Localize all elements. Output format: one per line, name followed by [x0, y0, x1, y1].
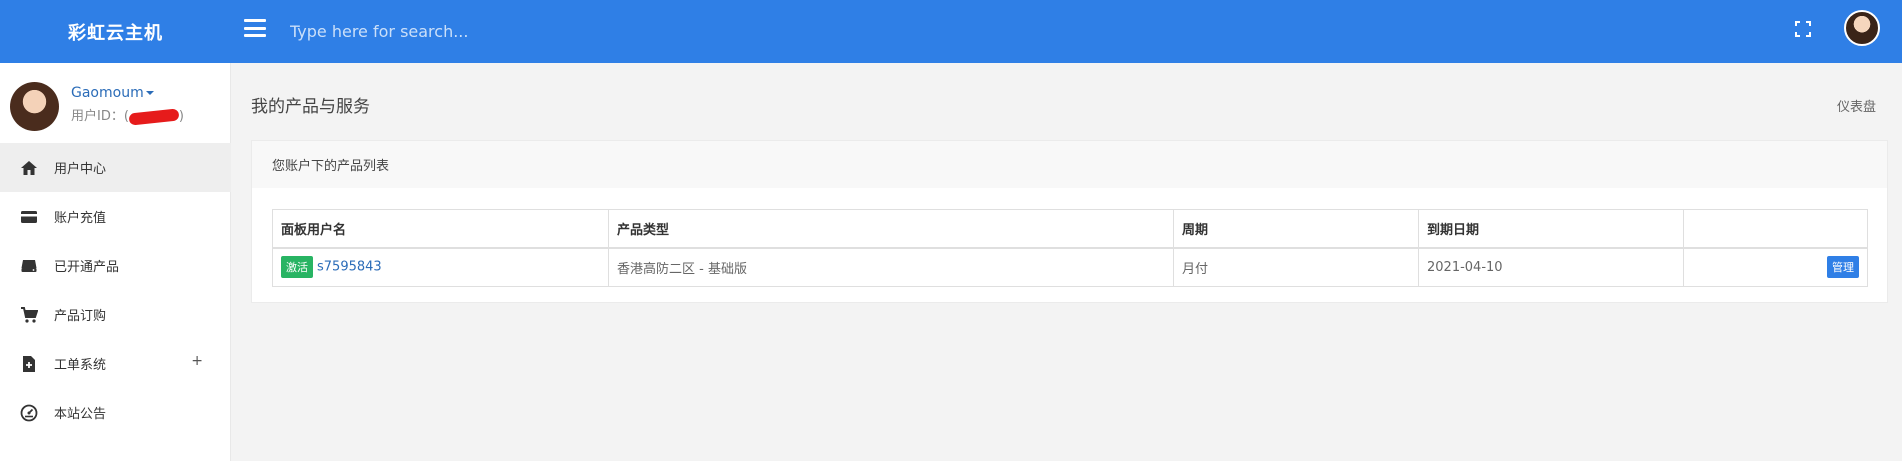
expand-plus-icon[interactable]: +: [191, 353, 203, 369]
column-header: 产品类型: [608, 209, 1174, 249]
column-header: 到期日期: [1418, 209, 1684, 249]
sidebar-item-label: 工单系统: [54, 358, 107, 373]
fullscreen-icon[interactable]: [1794, 20, 1812, 38]
table-row: 激活 s7595843 香港高防二区 - 基础版 月付 2021-04-10 管理: [272, 247, 1868, 287]
sidebar-item-announcements[interactable]: 本站公告: [0, 388, 231, 437]
brand-logo[interactable]: 彩虹云主机: [0, 0, 231, 63]
manage-button[interactable]: 管理: [1827, 256, 1859, 279]
sidebar: Gaomoum 用户ID：() 用户中心 账户充值 已开通产品 产品订购 工单系…: [0, 63, 231, 461]
column-header: [1683, 209, 1868, 249]
action-cell: 管理: [1683, 247, 1868, 287]
user-name[interactable]: Gaomoum: [71, 85, 144, 101]
menu-toggle-icon[interactable]: [244, 19, 266, 37]
column-header: 面板用户名: [272, 209, 609, 249]
status-badge: 激活: [281, 256, 313, 279]
caret-down-icon[interactable]: [145, 91, 154, 95]
sidebar-nav: 用户中心 账户充值 已开通产品 产品订购 工单系统 + 本站公告: [0, 143, 231, 437]
breadcrumb[interactable]: 仪表盘: [1837, 96, 1876, 115]
sidebar-item-label: 用户中心: [54, 162, 107, 177]
column-header: 周期: [1173, 209, 1419, 249]
top-user-avatar[interactable]: [1844, 10, 1880, 46]
sidebar-item-label: 账户充值: [54, 211, 107, 226]
search-input[interactable]: [290, 16, 1190, 46]
shopping-cart-icon: [20, 306, 38, 324]
sidebar-item-recharge[interactable]: 账户充值: [0, 192, 231, 241]
user-id: 用户ID：(): [71, 107, 184, 126]
product-list-card: 您账户下的产品列表 面板用户名 产品类型 周期 到期日期 激活 s7595843 …: [251, 140, 1888, 303]
page-title: 我的产品与服务: [251, 97, 370, 117]
server-icon: [20, 257, 38, 275]
sidebar-item-tickets[interactable]: 工单系统 +: [0, 339, 231, 388]
sidebar-item-user-center[interactable]: 用户中心: [0, 143, 231, 192]
sidebar-item-label: 已开通产品: [54, 260, 120, 275]
sidebar-item-label: 产品订购: [54, 309, 107, 324]
user-avatar: [10, 82, 59, 131]
card-title: 您账户下的产品列表: [252, 141, 1887, 188]
file-plus-icon: [20, 355, 38, 373]
product-table: 面板用户名 产品类型 周期 到期日期 激活 s7595843 香港高防二区 - 基…: [272, 209, 1868, 287]
dashboard-icon: [20, 404, 38, 422]
home-icon: [20, 159, 38, 177]
product-type-cell: 香港高防二区 - 基础版: [608, 247, 1174, 287]
cycle-cell: 月付: [1173, 247, 1419, 287]
main-content: 我的产品与服务 仪表盘 您账户下的产品列表 面板用户名 产品类型 周期 到期日期…: [231, 63, 1902, 461]
redacted-mark: [128, 107, 180, 126]
sidebar-item-label: 本站公告: [54, 407, 107, 422]
table-header-row: 面板用户名 产品类型 周期 到期日期: [272, 209, 1868, 249]
username-link[interactable]: s7595843: [317, 260, 382, 275]
username-cell: 激活 s7595843: [272, 247, 609, 287]
user-panel: Gaomoum 用户ID：(): [0, 63, 231, 143]
top-navbar: 彩虹云主机: [0, 0, 1902, 63]
user-name-dropdown[interactable]: Gaomoum: [71, 85, 154, 101]
credit-card-icon: [20, 208, 38, 226]
expiry-cell: 2021-04-10: [1418, 247, 1684, 287]
sidebar-item-products[interactable]: 已开通产品: [0, 241, 231, 290]
sidebar-item-order[interactable]: 产品订购: [0, 290, 231, 339]
